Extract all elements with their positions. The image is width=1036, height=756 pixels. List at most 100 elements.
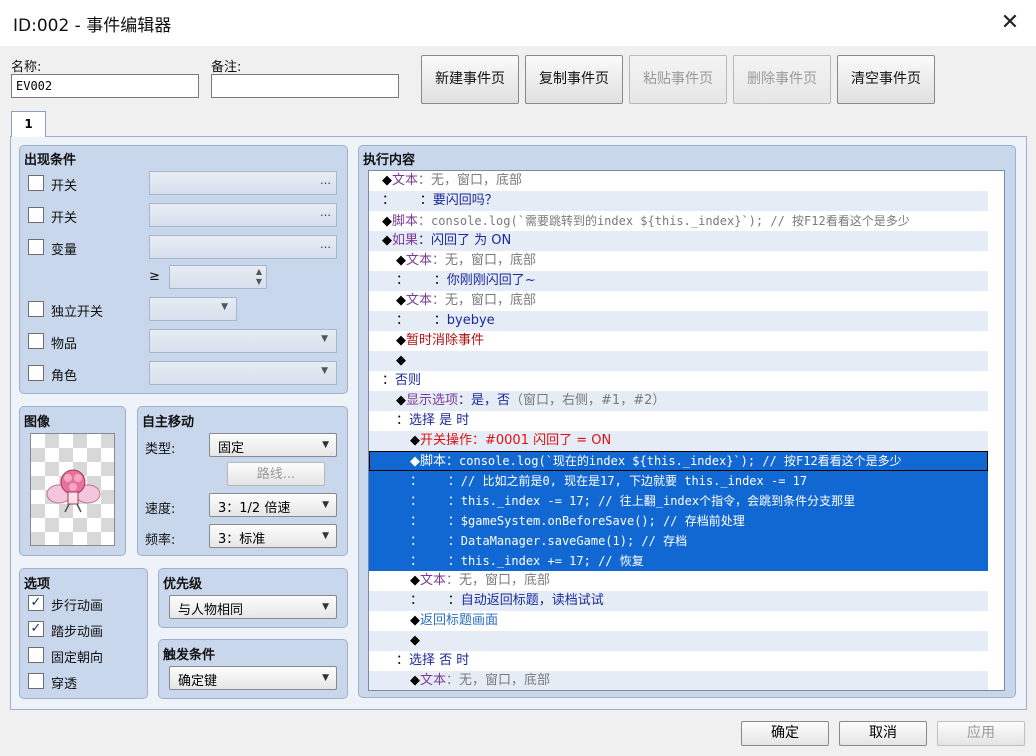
command-row[interactable]: ： ：DataManager.saveGame(1); // 存档 — [369, 531, 988, 551]
trigger-select[interactable]: 确定键 ▼ — [169, 666, 337, 690]
command-row[interactable]: ◆文本：无，窗口，底部 — [369, 251, 988, 271]
command-text: console.log(`现在的index ${this._index}`); … — [459, 454, 902, 468]
priority-value: 与人物相同 — [178, 603, 244, 618]
command-text: $gameSystem.onBeforeSave(); // 存档前处理 — [460, 514, 745, 528]
through-checkbox[interactable] — [28, 673, 44, 689]
command-text: ：是，否 — [458, 393, 511, 408]
command-row[interactable]: ◆返回标题画面 — [369, 611, 988, 631]
command-text: ： ： — [410, 534, 461, 549]
window-title: ID:002 - 事件编辑器 — [13, 16, 172, 36]
command-row[interactable]: ：否则 — [369, 371, 988, 391]
command-row[interactable]: ◆开关操作：#0001 闪回了 = ON — [369, 431, 988, 451]
command-row[interactable]: ： ：this._index += 17; // 恢复 — [369, 551, 988, 571]
direction-fix-checkbox[interactable] — [28, 647, 44, 663]
command-row[interactable]: ◆暂时消除事件 — [369, 331, 988, 351]
ok-button[interactable]: 确定 — [741, 721, 829, 746]
frequency-select[interactable]: 3：标准 ▼ — [209, 524, 337, 548]
diamond-icon: ◆ — [396, 353, 406, 368]
actor-checkbox[interactable] — [28, 365, 44, 381]
ellipsis-icon: … — [320, 174, 331, 187]
command-list[interactable]: ◆文本：无，窗口，底部： ：要闪回吗？ ◆脚本：console.log(`需要跳转… — [368, 170, 1005, 691]
command-row[interactable]: ◆文本：无，窗口，底部 — [369, 571, 988, 591]
command-text: ：无，窗口，底部 — [432, 293, 537, 308]
command-text: ： — [382, 373, 396, 388]
type-select[interactable]: 固定 ▼ — [209, 433, 337, 457]
command-row[interactable]: ◆脚本：console.log(`需要跳转到的index ${this._ind… — [369, 211, 988, 231]
command-row[interactable]: ： ：this._index -= 17; // 往上翻_index个指令，会跳… — [369, 491, 988, 511]
command-row[interactable]: ◆文本：无，窗口，底部 — [369, 671, 988, 690]
apply-button[interactable]: 应用 — [937, 721, 1025, 746]
switch1-select[interactable]: … — [149, 171, 337, 195]
command-row[interactable]: ◆ — [369, 631, 988, 651]
walking-anim-label: 步行动画 — [51, 599, 104, 614]
frequency-label: 频率: — [145, 533, 176, 548]
command-text: DataManager.saveGame(1); // 存档 — [460, 534, 688, 548]
self-switch-select[interactable]: ▼ — [149, 297, 237, 321]
command-row[interactable]: ：选择 否 时 — [369, 651, 988, 671]
trigger-value: 确定键 — [178, 674, 218, 689]
item-checkbox[interactable] — [28, 333, 44, 349]
command-row[interactable]: ◆文本：无，窗口，底部 — [369, 291, 988, 311]
priority-select[interactable]: 与人物相同 ▼ — [169, 595, 337, 619]
command-text: ： ： — [382, 193, 433, 208]
item-select[interactable]: ▼ — [149, 329, 337, 353]
switch2-checkbox[interactable] — [28, 207, 44, 223]
cancel-button[interactable]: 取消 — [839, 721, 927, 746]
variable-value-spinner[interactable]: ▲ ▼ — [169, 265, 267, 289]
command-text: 脚本 — [392, 214, 419, 229]
variable-select[interactable]: … — [149, 235, 337, 259]
walking-anim-checkbox[interactable]: ✓ — [28, 595, 44, 611]
clear-page-button[interactable]: 清空事件页 — [837, 55, 935, 104]
command-text: ：无，窗口，底部 — [418, 173, 523, 188]
contents-title: 执行内容 — [363, 153, 416, 168]
command-row[interactable]: ◆ — [369, 351, 988, 371]
copy-page-button[interactable]: 复制事件页 — [525, 55, 623, 104]
close-icon[interactable]: ✕ — [996, 9, 1024, 37]
spin-down-icon[interactable]: ▼ — [256, 277, 262, 286]
note-field[interactable] — [211, 74, 399, 98]
switch1-checkbox[interactable] — [28, 175, 44, 191]
command-row[interactable]: ： ：自动返回标题，读档试试 — [369, 591, 988, 611]
actor-select[interactable]: ▼ — [149, 361, 337, 385]
chevron-down-icon: ▼ — [322, 440, 329, 450]
command-row[interactable]: ◆文本：无，窗口，底部 — [369, 171, 988, 191]
priority-title: 优先级 — [163, 577, 203, 592]
command-text: ： ： — [410, 494, 461, 509]
route-button[interactable]: 路线... — [227, 462, 325, 486]
spin-up-icon[interactable]: ▲ — [256, 267, 262, 276]
command-row[interactable]: ◆脚本：console.log(`现在的index ${this._index}… — [369, 451, 988, 471]
stepping-anim-checkbox[interactable]: ✓ — [28, 621, 44, 637]
ellipsis-icon: … — [320, 206, 331, 219]
tab-page-1[interactable]: 1 — [11, 111, 46, 137]
self-switch-checkbox[interactable] — [28, 301, 44, 317]
command-text: 文本 — [420, 673, 447, 688]
command-text: this._index -= 17; // 往上翻_index个指令，会跳到条件… — [460, 494, 856, 508]
command-row[interactable]: ： ：$gameSystem.onBeforeSave(); // 存档前处理 — [369, 511, 988, 531]
new-page-button[interactable]: 新建事件页 — [421, 55, 519, 104]
actor-label: 角色 — [51, 369, 78, 384]
diamond-icon: ◆ — [382, 214, 392, 229]
command-row[interactable]: ： ：byebye — [369, 311, 988, 331]
speed-select[interactable]: 3：1/2 倍速 ▼ — [209, 493, 337, 517]
switch2-select[interactable]: … — [149, 203, 337, 227]
event-image[interactable] — [30, 433, 115, 546]
command-row[interactable]: ： ：要闪回吗？ — [369, 191, 988, 211]
delete-page-button[interactable]: 删除事件页 — [733, 55, 831, 104]
command-row[interactable]: ◆如果：闪回了 为 ON — [369, 231, 988, 251]
diamond-icon: ◆ — [410, 454, 420, 469]
command-row[interactable]: ：选择 是 时 — [369, 411, 988, 431]
ge-symbol: ≥ — [149, 269, 160, 284]
name-field[interactable]: EV002 — [11, 74, 199, 98]
command-text: byebye — [446, 313, 495, 328]
chevron-down-icon: ▼ — [321, 366, 328, 376]
image-title: 图像 — [24, 415, 51, 430]
command-row[interactable]: ： ：// 比如之前是0, 现在是17, 下边就要 this._index -=… — [369, 471, 988, 491]
variable-checkbox[interactable] — [28, 239, 44, 255]
command-row[interactable]: ： ：你刚刚闪回了~ — [369, 271, 988, 291]
name-label: 名称: — [11, 60, 42, 75]
switch2-label: 开关 — [51, 211, 78, 226]
command-row[interactable]: ◆显示选项：是，否（窗口，右侧，#1，#2） — [369, 391, 988, 411]
self-switch-label: 独立开关 — [51, 305, 104, 320]
paste-page-button[interactable]: 粘贴事件页 — [629, 55, 727, 104]
note-label: 备注: — [211, 60, 242, 75]
